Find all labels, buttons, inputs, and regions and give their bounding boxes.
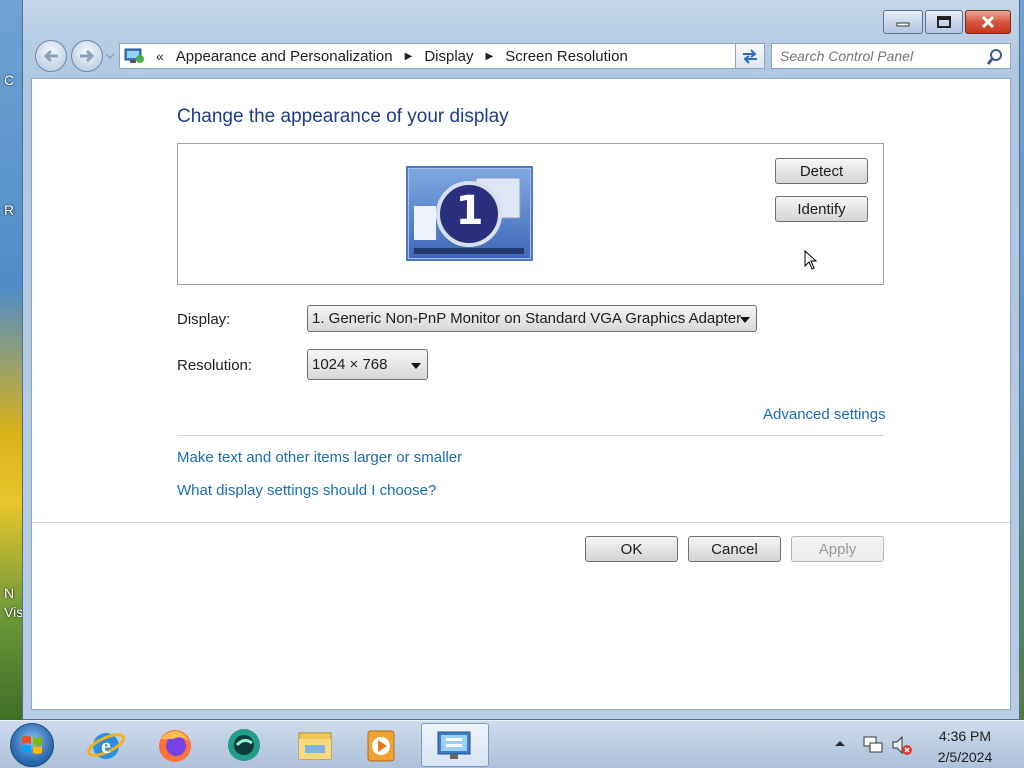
mouse-cursor-icon [804, 250, 818, 270]
recent-pages-dropdown-icon[interactable] [105, 52, 115, 60]
chevron-down-icon [740, 317, 750, 323]
breadcrumb-separator-icon[interactable]: ▶ [478, 51, 502, 62]
forward-arrow-icon [80, 49, 95, 63]
content-pane: Change the appearance of your display 1 … [31, 78, 1011, 710]
close-button[interactable] [965, 10, 1011, 34]
monitor-number: 1 [455, 188, 484, 234]
media-player-button[interactable] [352, 723, 408, 767]
show-hidden-icons-icon[interactable] [834, 739, 846, 747]
firefox-icon [159, 730, 191, 762]
clock-date: 2/5/2024 [937, 749, 993, 765]
forward-button[interactable] [71, 40, 103, 72]
minimize-icon [896, 22, 910, 27]
desktop-icon-label[interactable]: C [4, 72, 14, 88]
refresh-icon [743, 49, 757, 64]
control-panel-icon [124, 48, 144, 63]
resolution-select[interactable]: 1024 × 768 [307, 349, 428, 380]
breadcrumb-appearance[interactable]: Appearance and Personalization [172, 48, 397, 65]
resolution-label: Resolution: [177, 357, 253, 374]
search-icon[interactable] [986, 48, 1004, 66]
monitor-layout-area: 1 Detect Identify [177, 143, 884, 285]
monitor-1-thumbnail[interactable]: 1 [406, 166, 533, 261]
detect-button[interactable]: Detect [775, 158, 868, 184]
clock-time: 4:36 PM [938, 728, 992, 744]
cancel-button[interactable]: Cancel [688, 536, 781, 562]
breadcrumb-separator-icon[interactable]: ▶ [397, 51, 421, 62]
svg-text:e: e [101, 733, 111, 758]
identify-button[interactable]: Identify [775, 196, 868, 222]
windows-logo-icon [22, 736, 42, 754]
text-size-link[interactable]: Make text and other items larger or smal… [177, 449, 462, 466]
window-controls [883, 10, 1011, 34]
folder-icon [298, 732, 332, 760]
address-overflow-chevron[interactable]: « [150, 48, 172, 64]
desktop-icon-label[interactable]: N [4, 585, 14, 601]
control-panel-display-button[interactable] [421, 723, 489, 767]
refresh-button[interactable] [735, 43, 765, 69]
search-input[interactable] [780, 48, 980, 64]
chat-app-icon [228, 729, 260, 761]
volume-muted-icon[interactable] [890, 733, 914, 757]
firefox-button[interactable] [147, 723, 203, 767]
maximize-button[interactable] [925, 10, 963, 34]
internet-explorer-icon: e [87, 733, 125, 759]
back-button[interactable] [35, 40, 67, 72]
advanced-settings-link[interactable]: Advanced settings [763, 406, 886, 423]
display-help-link[interactable]: What display settings should I choose? [177, 482, 436, 499]
control-panel-display-icon [437, 731, 471, 759]
desktop-icon-label[interactable]: R [4, 202, 14, 218]
display-label: Display: [177, 311, 231, 328]
desktop-icon-label[interactable]: Vis [4, 604, 23, 620]
minimize-button[interactable] [883, 10, 923, 34]
breadcrumb-label: Display [424, 47, 474, 65]
media-player-icon [367, 730, 395, 762]
start-button[interactable] [10, 723, 54, 767]
display-select[interactable]: 1. Generic Non-PnP Monitor on Standard V… [307, 305, 757, 332]
footer-divider [32, 522, 1010, 523]
system-clock[interactable]: 4:36 PM 2/5/2024 [920, 726, 1010, 768]
search-box[interactable] [771, 43, 1011, 69]
ok-button[interactable]: OK [585, 536, 678, 562]
maximize-icon [937, 16, 951, 28]
network-icon[interactable] [862, 734, 884, 756]
resolution-select-value: 1024 × 768 [312, 356, 388, 373]
address-bar[interactable]: « Appearance and Personalization ▶ Displ… [119, 43, 765, 69]
divider [177, 435, 884, 436]
screen-resolution-window: « Appearance and Personalization ▶ Displ… [22, 0, 1020, 720]
desktop-background-left: C R N Vis [0, 0, 24, 720]
chevron-down-icon [411, 363, 421, 369]
display-select-value: 1. Generic Non-PnP Monitor on Standard V… [312, 310, 742, 327]
back-arrow-icon [43, 49, 58, 63]
file-explorer-button[interactable] [287, 723, 343, 767]
page-title: Change the appearance of your display [177, 106, 509, 127]
breadcrumb-display[interactable]: Display [420, 48, 477, 65]
breadcrumb-label: Screen Resolution [505, 47, 628, 65]
apply-button[interactable]: Apply [791, 536, 884, 562]
internet-explorer-button[interactable]: e [78, 723, 134, 767]
taskbar: e 4:36 PM 2/5/2024 [0, 720, 1024, 768]
breadcrumb-screen-resolution[interactable]: Screen Resolution [501, 48, 632, 65]
close-icon [981, 15, 995, 29]
chat-app-button[interactable] [216, 723, 272, 767]
breadcrumb-label: Appearance and Personalization [175, 47, 393, 65]
